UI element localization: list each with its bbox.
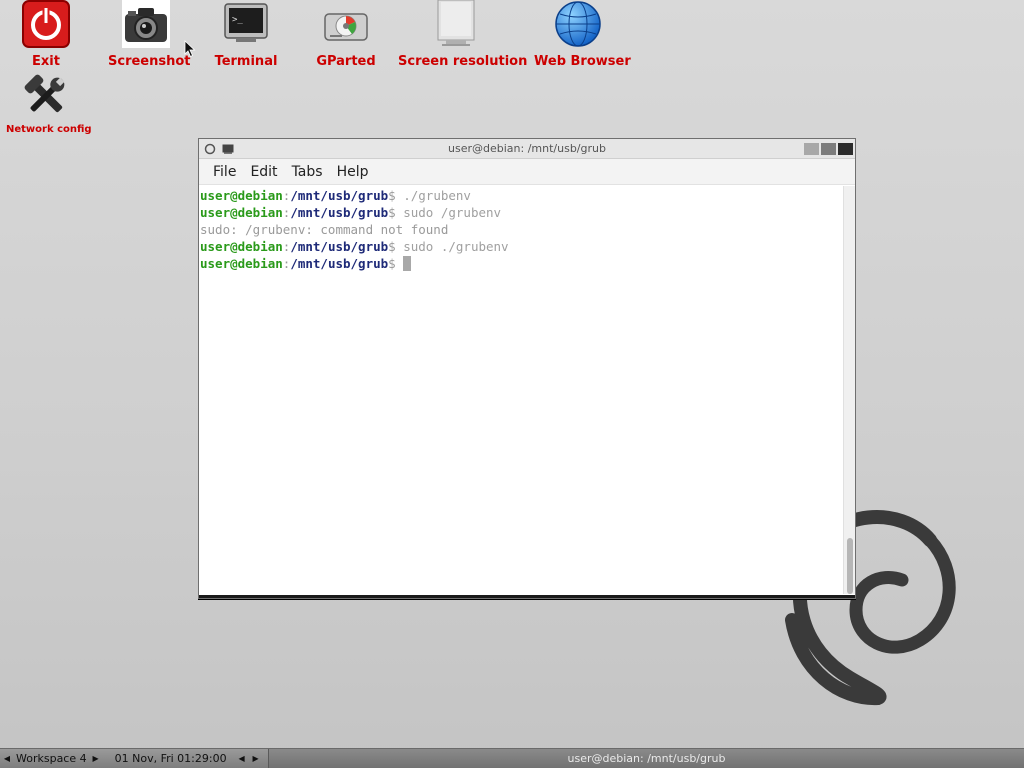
menu-file[interactable]: File [207, 162, 242, 182]
desktop-icon-label: Exit [32, 54, 60, 69]
text-cursor [403, 256, 412, 271]
prompt-user: user@debian [200, 256, 283, 271]
power-icon [22, 0, 70, 48]
menu-help[interactable]: Help [331, 162, 375, 182]
prompt-path: /mnt/usb/grub [290, 205, 389, 220]
command-output: sudo: /grubenv: command not found [200, 222, 449, 237]
svg-text:>_: >_ [232, 15, 243, 25]
camera-icon [122, 0, 170, 48]
terminal-line: user@debian:/mnt/usb/grub$ ./grubenv [200, 187, 842, 204]
desktop-icon-label: Web Browser [534, 54, 631, 69]
menu-tabs[interactable]: Tabs [286, 162, 329, 182]
prompt-dollar: $ [388, 188, 396, 203]
desktop-icon-label: Terminal [214, 54, 278, 69]
terminal-icon: >_ [222, 0, 270, 48]
terminal-line: sudo: /grubenv: command not found [200, 221, 842, 238]
window-titlebar[interactable]: user@debian: /mnt/usb/grub [199, 139, 855, 159]
prompt-path: /mnt/usb/grub [290, 256, 389, 271]
prompt-user: user@debian [200, 239, 283, 254]
desktop-icon-web-browser[interactable]: Web Browser [534, 0, 631, 69]
task-prev-arrow[interactable]: ◀ [235, 754, 249, 763]
command-text: sudo ./grubenv [395, 239, 509, 254]
prompt-path: /mnt/usb/grub [290, 239, 389, 254]
desktop-icon-gparted[interactable]: GParted [314, 0, 378, 69]
prompt-dollar: $ [388, 256, 396, 271]
desktop-icon-exit[interactable]: Exit [20, 0, 72, 69]
mouse-pointer-icon [184, 40, 196, 58]
workspace-next-arrow[interactable]: ▶ [89, 754, 103, 763]
tools-icon [22, 72, 70, 120]
terminal-small-icon [222, 144, 234, 154]
command-text: sudo /grubenv [395, 205, 502, 220]
minimize-button[interactable] [804, 142, 819, 155]
terminal-line: user@debian:/mnt/usb/grub$ sudo ./gruben… [200, 238, 842, 255]
prompt-dollar: $ [388, 205, 396, 220]
prompt-path: /mnt/usb/grub [290, 188, 389, 203]
workspace-label[interactable]: Workspace 4 [14, 752, 89, 765]
prompt-user: user@debian [200, 205, 283, 220]
terminal-output[interactable]: user@debian:/mnt/usb/grub$ ./grubenv use… [199, 186, 843, 594]
prompt-user: user@debian [200, 188, 283, 203]
desktop-icon-label: GParted [316, 54, 376, 69]
task-next-arrow[interactable]: ▶ [249, 754, 263, 763]
vertical-scrollbar[interactable] [843, 186, 855, 594]
desktop-icon-label: Screen resolution [398, 54, 528, 69]
desktop-icon-label: Network config [6, 124, 92, 135]
desktop-icon-screen-resolution[interactable]: Screen resolution [398, 0, 528, 69]
command-text [396, 256, 404, 271]
maximize-button[interactable] [821, 142, 836, 155]
disk-icon [322, 0, 370, 48]
desktop-icon-label: Screenshot [108, 54, 191, 69]
desktop-icon-screenshot[interactable]: Screenshot [108, 0, 191, 69]
window-bottom-border [199, 595, 855, 598]
taskbar-window-title: user@debian: /mnt/usb/grub [567, 752, 726, 765]
monitor-icon [432, 0, 480, 48]
taskbar-window-button[interactable]: user@debian: /mnt/usb/grub [268, 749, 1024, 768]
globe-icon [554, 0, 602, 48]
menu-edit[interactable]: Edit [244, 162, 283, 182]
command-text: ./grubenv [395, 188, 471, 203]
prompt-dollar: $ [388, 239, 396, 254]
clock: 01 Nov, Fri 01:29:00 [114, 752, 227, 765]
desktop-icon-network-config[interactable]: Network config [6, 72, 92, 135]
taskbar: ◀ Workspace 4 ▶ 01 Nov, Fri 01:29:00 ◀ ▶… [0, 748, 1024, 768]
desktop-icon-terminal[interactable]: >_ Terminal [214, 0, 278, 69]
menu-bar: File Edit Tabs Help [199, 159, 855, 185]
debian-icon [204, 143, 216, 154]
terminal-window[interactable]: user@debian: /mnt/usb/grub File Edit Tab… [198, 138, 856, 599]
terminal-line: user@debian:/mnt/usb/grub$ [200, 255, 842, 272]
terminal-line: user@debian:/mnt/usb/grub$ sudo /grubenv [200, 204, 842, 221]
scrollbar-thumb[interactable] [847, 538, 853, 594]
workspace-prev-arrow[interactable]: ◀ [0, 754, 14, 763]
window-title: user@debian: /mnt/usb/grub [448, 142, 606, 155]
close-button[interactable] [838, 142, 853, 155]
